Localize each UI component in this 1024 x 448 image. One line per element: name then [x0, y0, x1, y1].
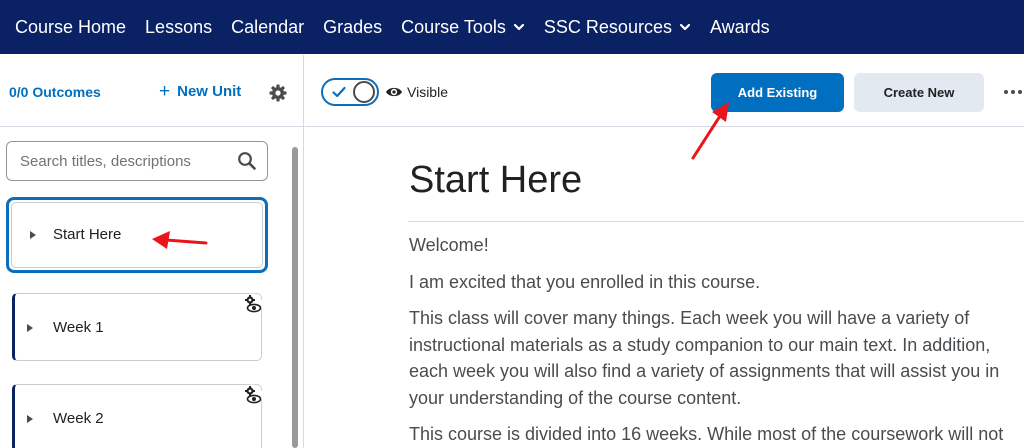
nav-course-tools[interactable]: Course Tools — [401, 17, 525, 38]
content-toolbar: Visible Add Existing Create New — [305, 55, 1024, 127]
visibility-label: Visible — [407, 84, 448, 100]
new-unit-label: New Unit — [177, 83, 242, 100]
unit-list-panel: Start Here Week 1 Week 2 — [0, 127, 304, 448]
chevron-down-icon — [679, 21, 691, 33]
nav-label: Calendar — [231, 16, 305, 37]
visibility-toggle[interactable] — [321, 78, 379, 106]
search-box — [6, 141, 268, 181]
outcomes-link[interactable]: 0/0 Outcomes — [9, 84, 101, 100]
unit-card-inner: Start Here — [11, 202, 263, 268]
page-title: Start Here — [409, 159, 583, 201]
more-horizontal-icon[interactable] — [1002, 82, 1024, 102]
unit-label: Start Here — [53, 226, 122, 243]
top-navigation: Course Home Lessons Calendar Grades Cour… — [0, 0, 1024, 54]
hidden-from-users-icon — [241, 384, 263, 406]
unit-item-week-2[interactable]: Week 2 — [12, 384, 262, 448]
nav-awards[interactable]: Awards — [710, 17, 770, 38]
nav-ssc-resources[interactable]: SSC Resources — [544, 17, 691, 38]
scrollbar[interactable] — [292, 147, 298, 448]
checkmark-icon — [331, 84, 347, 100]
nav-label: Lessons — [145, 16, 213, 37]
unit-item-week-1[interactable]: Week 1 — [12, 293, 262, 361]
plus-icon: + — [159, 81, 171, 102]
unit-item-start-here[interactable]: Start Here — [6, 197, 268, 273]
caret-right-icon — [27, 415, 33, 423]
create-new-button[interactable]: Create New — [854, 73, 984, 112]
caret-right-icon — [27, 324, 33, 332]
content-area: Start Here Welcome! I am excited that yo… — [408, 127, 1024, 448]
paragraph: I am excited that you enrolled in this c… — [409, 271, 761, 292]
nav-lessons[interactable]: Lessons — [145, 17, 212, 38]
nav-label: Grades — [323, 16, 383, 37]
title-divider — [408, 221, 1024, 222]
toggle-knob — [353, 81, 375, 103]
search-icon[interactable] — [237, 151, 257, 171]
eye-icon — [385, 85, 403, 99]
left-toolbar: 0/0 Outcomes + New Unit — [0, 55, 304, 127]
add-existing-button[interactable]: Add Existing — [711, 73, 844, 112]
unit-label: Week 2 — [53, 410, 104, 427]
paragraph: Welcome! — [409, 235, 489, 255]
nav-grades[interactable]: Grades — [323, 17, 382, 38]
nav-calendar[interactable]: Calendar — [231, 17, 304, 38]
search-input[interactable] — [7, 142, 217, 180]
nav-label: Course Home — [15, 16, 127, 37]
paragraph: This course is divided into 16 weeks. Wh… — [409, 424, 1004, 444]
content-body: Welcome! I am excited that you enrolled … — [409, 232, 1024, 448]
nav-label: Awards — [709, 16, 770, 37]
paragraph: This class will cover many things. Each … — [409, 308, 1000, 408]
gear-icon[interactable] — [268, 83, 288, 103]
unit-label: Week 1 — [53, 319, 104, 336]
nav-course-home[interactable]: Course Home — [15, 17, 126, 38]
new-unit-button[interactable]: + New Unit — [159, 81, 242, 102]
caret-right-icon — [30, 231, 36, 239]
nav-label: SSC Resources — [543, 16, 672, 37]
hidden-from-users-icon — [241, 293, 263, 315]
nav-label: Course Tools — [401, 16, 506, 37]
chevron-down-icon — [513, 21, 525, 33]
